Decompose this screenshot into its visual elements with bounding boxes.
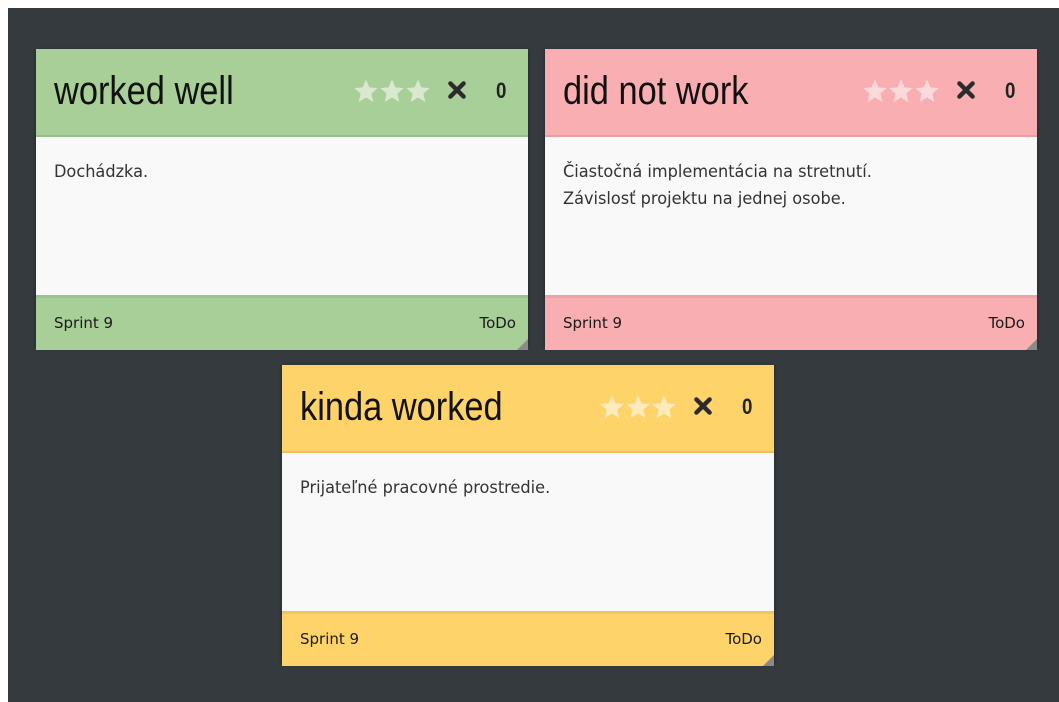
resize-handle[interactable] xyxy=(517,339,528,350)
close-icon[interactable] xyxy=(955,79,977,101)
sprint-label: Sprint 9 xyxy=(54,314,114,332)
card-body[interactable]: Čiastočná implementácia na stretnutí. Zá… xyxy=(545,137,1037,297)
star-rating[interactable] xyxy=(861,73,939,109)
card-header: did not work 0 xyxy=(545,49,1037,137)
vote-count: 0 xyxy=(1005,78,1016,103)
card-header: worked well 0 xyxy=(36,49,528,137)
vote-count: 0 xyxy=(496,78,507,103)
star-icon[interactable] xyxy=(650,393,678,421)
card-header: kinda worked 0 xyxy=(282,365,774,453)
retro-card-did-not-work[interactable]: did not work 0 Čiastočná implementácia n… xyxy=(545,49,1037,350)
card-body[interactable]: Dochádzka. xyxy=(36,137,528,297)
card-body[interactable]: Prijateľné pracovné prostredie. xyxy=(282,453,774,613)
resize-handle[interactable] xyxy=(763,655,774,666)
star-icon[interactable] xyxy=(598,393,626,421)
vote-count: 0 xyxy=(742,394,753,419)
card-title: kinda worked xyxy=(300,385,503,429)
card-text[interactable]: Dochádzka. xyxy=(54,159,487,186)
card-text[interactable]: Prijateľné pracovné prostredie. xyxy=(300,475,733,502)
card-footer: Sprint 9 ToDo xyxy=(282,611,774,666)
card-footer: Sprint 9 ToDo xyxy=(545,295,1037,350)
star-icon[interactable] xyxy=(913,77,941,105)
close-icon[interactable] xyxy=(692,395,714,417)
star-icon[interactable] xyxy=(378,77,406,105)
sprint-label: Sprint 9 xyxy=(300,630,360,648)
card-text[interactable]: Čiastočná implementácia na stretnutí. Zá… xyxy=(563,159,996,213)
retro-card-kinda-worked[interactable]: kinda worked 0 Prijateľné pracovné prost… xyxy=(282,365,774,666)
resize-handle[interactable] xyxy=(1026,339,1037,350)
close-icon[interactable] xyxy=(446,79,468,101)
retro-card-worked-well[interactable]: worked well 0 Dochádzka. Sprint 9 ToDo xyxy=(36,49,528,350)
star-icon[interactable] xyxy=(861,77,889,105)
star-icon[interactable] xyxy=(352,77,380,105)
star-icon[interactable] xyxy=(404,77,432,105)
status-label[interactable]: ToDo xyxy=(725,630,762,648)
star-rating[interactable] xyxy=(352,73,430,109)
star-icon[interactable] xyxy=(887,77,915,105)
card-footer: Sprint 9 ToDo xyxy=(36,295,528,350)
status-label[interactable]: ToDo xyxy=(479,314,516,332)
star-rating[interactable] xyxy=(598,389,676,425)
star-icon[interactable] xyxy=(624,393,652,421)
card-title: worked well xyxy=(54,69,234,113)
sprint-label: Sprint 9 xyxy=(563,314,623,332)
status-label[interactable]: ToDo xyxy=(988,314,1025,332)
card-title: did not work xyxy=(563,69,749,113)
retro-board: worked well 0 Dochádzka. Sprint 9 ToDo d… xyxy=(8,8,1059,702)
